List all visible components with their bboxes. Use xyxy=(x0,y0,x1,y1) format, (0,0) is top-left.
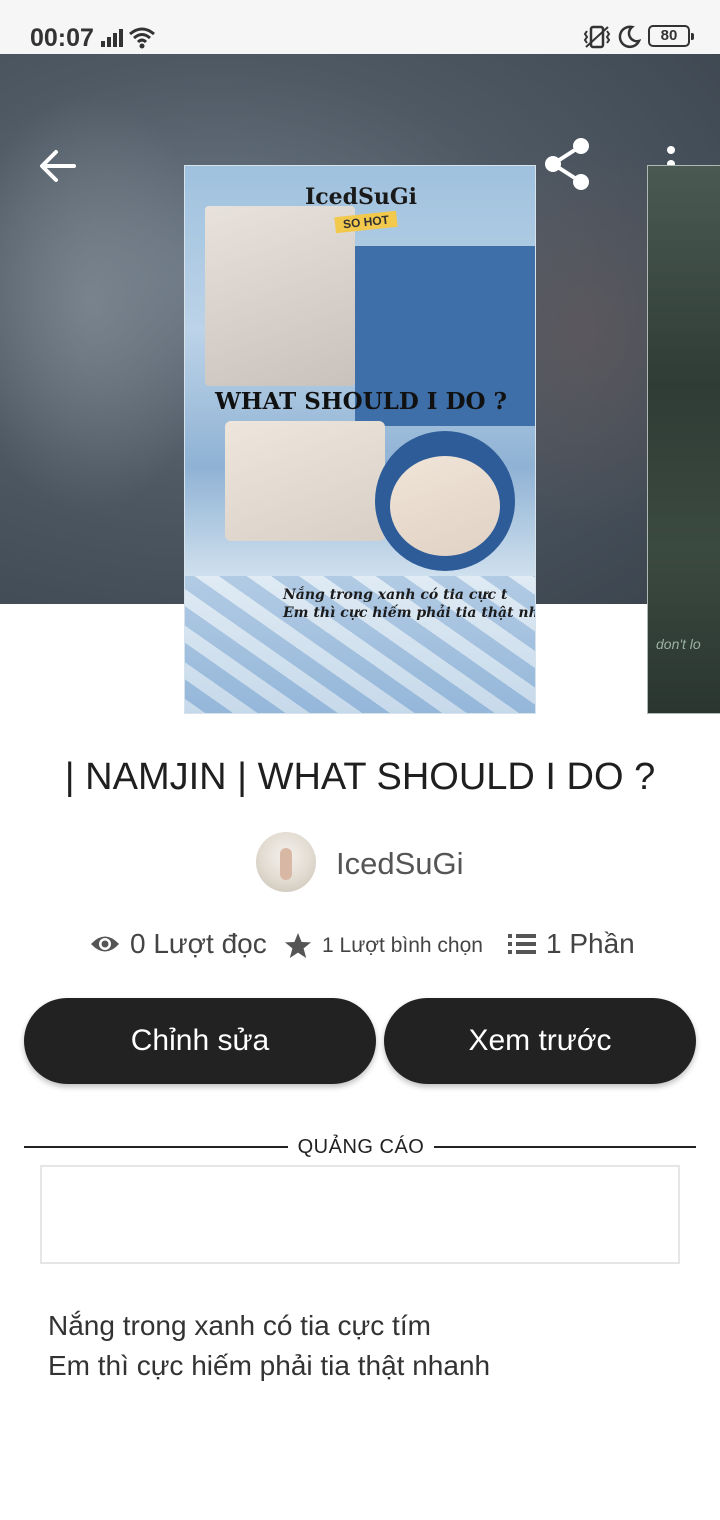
story-stats: 0 Lượt đọc 1 Lượt bình chọn 1 Phần xyxy=(0,928,720,972)
story-description: Nắng trong xanh có tia cực tím Em thì cự… xyxy=(48,1306,688,1386)
divider-line xyxy=(24,1146,288,1148)
eye-icon xyxy=(91,936,119,952)
cover-brand: IcedSuGi xyxy=(304,184,418,210)
avatar[interactable] xyxy=(256,832,316,892)
reads-count: 0 Lượt đọc xyxy=(130,928,267,959)
cover-lyric-line: Nắng trong xanh có tia cực t xyxy=(283,587,508,603)
ad-banner[interactable] xyxy=(40,1165,680,1264)
parts-count: 1 Phần xyxy=(546,928,635,959)
description-line: Nắng trong xanh có tia cực tím xyxy=(48,1310,431,1341)
list-icon xyxy=(508,934,536,954)
author-name[interactable]: IcedSuGi xyxy=(336,846,464,882)
story-cover[interactable]: IcedSuGi SO HOT WHAT SHOULD I DO ? Nắng … xyxy=(184,165,536,714)
preview-button[interactable]: Xem trước xyxy=(384,998,696,1084)
reads-stat: 0 Lượt đọc xyxy=(90,928,267,960)
wifi-icon xyxy=(129,27,155,49)
cover-photo xyxy=(390,456,500,556)
next-cover-text: don't lo xyxy=(656,636,701,652)
next-story-cover[interactable]: don't lo xyxy=(647,165,720,714)
back-arrow-icon[interactable] xyxy=(36,144,80,188)
votes-count: 1 Lượt bình chọn xyxy=(322,934,483,957)
status-time: 00:07 xyxy=(30,24,94,52)
ad-divider: QUẢNG CÁO xyxy=(24,1136,696,1160)
votes-stat: 1 Lượt bình chọn xyxy=(284,932,483,960)
author-row[interactable]: IcedSuGi xyxy=(0,832,720,894)
cover-photo xyxy=(205,206,355,386)
story-title: | NAMJIN | WHAT SHOULD I DO ? xyxy=(64,756,656,798)
status-bar: 00:07 80 xyxy=(0,0,720,54)
battery-level: 80 xyxy=(660,27,678,44)
divider-line xyxy=(434,1146,696,1148)
battery-icon: 80 xyxy=(648,25,694,47)
edit-button[interactable]: Chỉnh sửa xyxy=(24,998,376,1084)
moon-icon xyxy=(618,25,641,48)
star-icon xyxy=(285,933,311,958)
cover-lyric: Nắng trong xanh có tia cực t Em thì cực … xyxy=(283,586,536,622)
description-line: Em thì cực hiếm phải tia thật nhanh xyxy=(48,1350,491,1381)
cover-headline: WHAT SHOULD I DO ? xyxy=(214,388,508,415)
vibrate-icon xyxy=(583,25,611,49)
cover-photo xyxy=(225,421,385,541)
signal-icon xyxy=(101,29,123,47)
ad-label: QUẢNG CÁO xyxy=(297,1136,425,1158)
share-icon[interactable] xyxy=(540,136,596,192)
cover-lyric-line: Em thì cực hiếm phải tia thật nha xyxy=(283,605,536,621)
avatar-figure xyxy=(280,848,292,880)
parts-stat: 1 Phần xyxy=(508,928,635,960)
